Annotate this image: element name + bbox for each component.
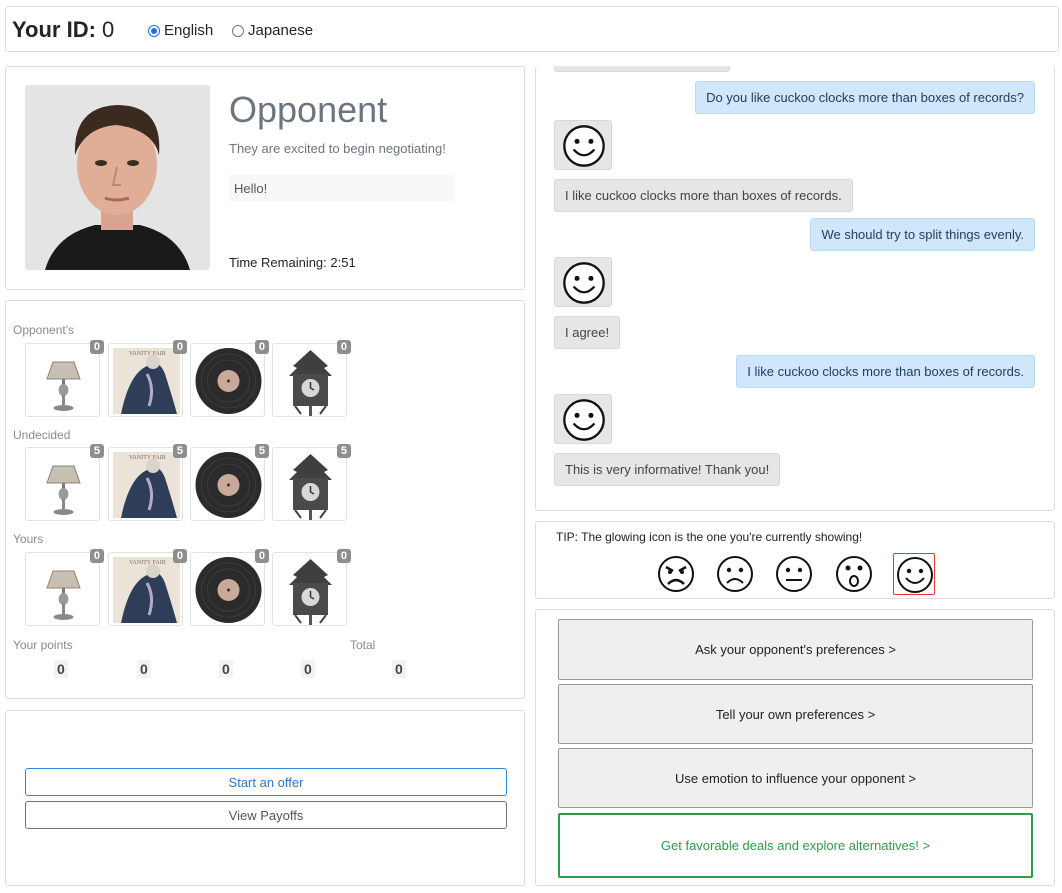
count-badge: 5 xyxy=(254,444,269,458)
record-points: 0 xyxy=(219,660,233,678)
chat-log[interactable]: Do you like cuckoo clocks more than boxe… xyxy=(535,66,1055,511)
surprised-icon xyxy=(836,556,872,592)
opponent-message: I like cuckoo clocks more than boxes of … xyxy=(554,179,853,212)
radio-selected-icon[interactable] xyxy=(148,24,160,37)
count-badge: 0 xyxy=(89,340,104,354)
favorable-deals-button[interactable]: Get favorable deals and explore alternat… xyxy=(558,813,1033,878)
opponent-emotion xyxy=(554,120,612,170)
undecided-row-label: Undecided xyxy=(13,428,71,442)
id-label: Your ID: xyxy=(12,17,96,42)
language-english-radio[interactable]: English xyxy=(148,22,213,39)
smile-icon xyxy=(563,125,605,167)
svg-text:VANITY FAIR: VANITY FAIR xyxy=(129,351,166,357)
opponent-panel: Opponent They are excited to begin negot… xyxy=(5,66,525,290)
smile-icon xyxy=(563,399,605,441)
painting-points: 0 xyxy=(137,660,151,678)
start-offer-button[interactable]: Start an offer xyxy=(25,768,507,796)
opponent-painting-item[interactable]: VANITY FAIR 0 xyxy=(108,340,187,417)
opponent-message: Hello! xyxy=(229,175,455,201)
count-badge: 0 xyxy=(336,549,351,563)
time-remaining: Time Remaining: 2:51 xyxy=(229,255,356,270)
radio-unselected-icon[interactable] xyxy=(232,24,244,37)
opponent-title: Opponent xyxy=(229,89,388,130)
opponent-status: They are excited to begin negotiating! xyxy=(229,141,446,156)
actions-panel: Ask your opponent's preferences > Tell y… xyxy=(535,609,1055,886)
previous-message-fragment xyxy=(554,66,730,72)
opponent-message: I agree! xyxy=(554,316,621,349)
undecided-lamp-item[interactable]: 5 xyxy=(25,444,104,521)
count-badge: 0 xyxy=(254,340,269,354)
emotion-selector: TIP: The glowing icon is the one you're … xyxy=(535,521,1055,599)
yours-clock-item[interactable]: 0 xyxy=(272,549,351,626)
opponent-message: This is very informative! Thank you! xyxy=(554,453,781,486)
my-message: I like cuckoo clocks more than boxes of … xyxy=(736,355,1035,388)
clock-points: 0 xyxy=(301,660,315,678)
lamp-points: 0 xyxy=(54,660,68,678)
language-english-label: English xyxy=(164,22,214,39)
language-japanese-radio[interactable]: Japanese xyxy=(232,22,313,39)
ask-preferences-button[interactable]: Ask your opponent's preferences > xyxy=(558,619,1033,680)
surprised-emotion-button[interactable] xyxy=(833,553,875,595)
yours-row-label: Yours xyxy=(13,532,44,546)
opponent-emotion xyxy=(554,394,612,444)
cuckoo-clock-icon xyxy=(289,559,332,625)
opponent-lamp-item[interactable]: 0 xyxy=(25,340,104,417)
smile-icon xyxy=(563,262,605,304)
lamp-icon xyxy=(46,570,81,620)
items-panel: Opponent's Undecided Yours 0 VANITY FAIR… xyxy=(5,300,525,699)
record-icon xyxy=(195,557,262,623)
opponent-avatar xyxy=(25,85,210,270)
undecided-painting-item[interactable]: VANITY FAIR 5 xyxy=(108,444,187,521)
total-label: Total xyxy=(350,638,376,652)
record-icon xyxy=(195,348,262,414)
use-emotion-button[interactable]: Use emotion to influence your opponent > xyxy=(558,748,1033,808)
cuckoo-clock-icon xyxy=(289,350,332,416)
svg-text:VANITY FAIR: VANITY FAIR xyxy=(129,560,166,566)
your-points-label: Your points xyxy=(13,638,73,652)
count-badge: 0 xyxy=(172,340,187,354)
yours-lamp-item[interactable]: 0 xyxy=(25,549,104,626)
undecided-record-item[interactable]: 5 xyxy=(190,444,269,521)
yours-painting-item[interactable]: VANITY FAIR 0 xyxy=(108,549,187,626)
opponent-clock-item[interactable]: 0 xyxy=(272,340,351,417)
lamp-icon xyxy=(46,361,81,411)
opponents-row-label: Opponent's xyxy=(13,323,75,337)
count-badge: 5 xyxy=(336,444,351,458)
my-message: We should try to split things evenly. xyxy=(810,218,1035,251)
lamp-icon xyxy=(46,465,81,515)
total-points: 0 xyxy=(392,660,406,678)
count-badge: 0 xyxy=(254,549,269,563)
undecided-clock-item[interactable]: 5 xyxy=(272,444,351,521)
angry-emotion-button[interactable] xyxy=(655,553,697,595)
opponent-emotion xyxy=(554,257,612,307)
svg-text:VANITY FAIR: VANITY FAIR xyxy=(129,455,166,461)
my-message: Do you like cuckoo clocks more than boxe… xyxy=(695,81,1035,114)
yours-record-item[interactable]: 0 xyxy=(190,549,269,626)
offer-panel: Start an offer View Payoffs xyxy=(5,710,525,886)
happy-emotion-button[interactable] xyxy=(893,553,935,595)
painting-icon: VANITY FAIR xyxy=(113,452,180,518)
count-badge: 0 xyxy=(336,340,351,354)
emotion-tip: TIP: The glowing icon is the one you're … xyxy=(556,530,863,544)
neutral-emotion-button[interactable] xyxy=(773,553,815,595)
count-badge: 0 xyxy=(89,549,104,563)
language-japanese-label: Japanese xyxy=(248,22,314,39)
opponent-record-item[interactable]: 0 xyxy=(190,340,269,417)
count-badge: 5 xyxy=(89,444,104,458)
tell-preferences-button[interactable]: Tell your own preferences > xyxy=(558,684,1033,744)
count-badge: 0 xyxy=(172,549,187,563)
angry-icon xyxy=(658,556,694,592)
cuckoo-clock-icon xyxy=(289,454,332,520)
view-payoffs-button[interactable]: View Payoffs xyxy=(25,801,507,829)
painting-icon: VANITY FAIR xyxy=(113,557,180,623)
record-icon xyxy=(195,452,262,518)
count-badge: 5 xyxy=(172,444,187,458)
neutral-icon xyxy=(776,556,812,592)
sad-emotion-button[interactable] xyxy=(714,553,756,595)
id-value: 0 xyxy=(102,17,115,42)
happy-icon xyxy=(897,557,933,593)
painting-icon: VANITY FAIR xyxy=(113,348,180,414)
sad-icon xyxy=(717,556,753,592)
header-bar: Your ID: 0 English Japanese xyxy=(5,6,1059,52)
